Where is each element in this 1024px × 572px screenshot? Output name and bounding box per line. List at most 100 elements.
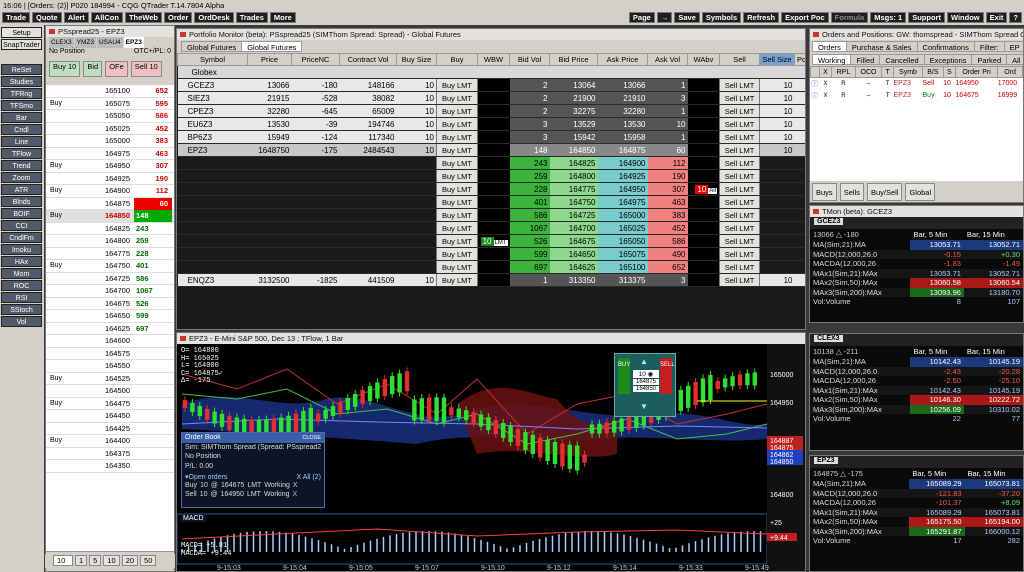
dom-sell-button[interactable]: Sell 10 [130, 61, 162, 77]
sidebar-setup-button[interactable]: Setup [1, 27, 42, 38]
portfolio-col-header[interactable]: Symbol [177, 53, 248, 66]
dom-ladder-row[interactable]: 164600 [46, 335, 174, 348]
sell-lmt-button[interactable]: Sell LMT [719, 156, 760, 170]
tmon-symbol-tab[interactable]: EPZ3 [814, 457, 838, 464]
dom-ladder-row[interactable]: 164500 [46, 385, 174, 398]
menu-order-button[interactable]: Order [163, 12, 193, 23]
orders-footer-button[interactable]: Sells [839, 183, 864, 201]
dom-ladder-row[interactable]: 165050 586 [46, 110, 174, 123]
dom-ladder-row[interactable]: 164725 586 [46, 272, 174, 285]
sell-lmt-button[interactable]: Sell LMT [719, 104, 760, 118]
menu-trades-button[interactable]: Trades [235, 12, 268, 23]
toolbar-button-10[interactable]: Exit [985, 12, 1008, 23]
portfolio-ladder-row[interactable]: Buy LMT 243 164825 164900 112 Sell LMT [177, 156, 805, 170]
orders-col-header[interactable]: Ord [997, 66, 1023, 78]
sidebar-tfsmo-button[interactable]: TFSmo [1, 100, 42, 111]
toolbar-button-9[interactable]: Window [946, 12, 984, 23]
portfolio-ladder-row[interactable]: Buy LMT 401 164750 164975 463 Sell LMT [177, 195, 805, 209]
portfolio-col-header[interactable]: Ask Vol [647, 53, 688, 66]
buy-lmt-button[interactable]: Buy LMT [436, 156, 478, 170]
dom-ladder-row[interactable]: 164975 463 [46, 147, 174, 160]
toolbar-button-4[interactable]: Refresh [743, 12, 780, 23]
dom-buy-label[interactable]: Buy [50, 98, 62, 110]
orders-footer-button[interactable]: Global [905, 183, 936, 201]
sidebar-tfrng-button[interactable]: TFRng [1, 88, 42, 99]
portfolio-col-header[interactable]: Sell [719, 53, 760, 66]
portfolio-col-header[interactable]: Sell Size [759, 53, 795, 66]
order-action-icon[interactable]: ⇔ [855, 90, 882, 102]
dom-ladder-row[interactable]: 164875 60 [46, 197, 174, 210]
portfolio-ladder-row[interactable]: Buy LMT 697 164625 165100 652 Sell LMT [177, 260, 805, 274]
dom-ladder-row[interactable]: 164450 [46, 410, 174, 423]
toolbar-button-6[interactable]: Formula [830, 12, 869, 23]
buy-lmt-button[interactable]: Buy LMT [436, 91, 478, 105]
portfolio-col-header[interactable]: Po [794, 53, 805, 66]
buy-lmt-button[interactable]: Buy LMT [436, 273, 478, 287]
dom-ladder-row[interactable]: Buy 164900 112 [46, 185, 174, 198]
dom-tab-clex3[interactable]: CLEX3 [49, 37, 74, 48]
dom-qty-50-button[interactable]: 50 [140, 555, 157, 566]
orders-col-header[interactable]: S [942, 66, 956, 78]
sell-lmt-button[interactable]: Sell LMT [719, 117, 760, 131]
dom-ladder-row[interactable]: 164650 599 [46, 310, 174, 323]
portfolio-row[interactable]: BP6Z3 15949 -124 117340 10 Buy LMT 3 15942 15958… [177, 130, 805, 144]
sidebar-roc-button[interactable]: ROC [1, 280, 42, 291]
dom-ladder-row[interactable]: Buy 164750 401 [46, 260, 174, 273]
dom-ladder-row[interactable]: 164550 [46, 360, 174, 373]
wabv-order-qty[interactable]: 10 [695, 184, 709, 194]
dom-qty-5-button[interactable]: 5 [89, 555, 102, 566]
order-action-icon[interactable]: X [819, 78, 831, 90]
sidebar-snaptrader-button[interactable]: SnapTrader [1, 39, 42, 50]
sidebar-bar-button[interactable]: Bar [1, 112, 42, 123]
tmon-symbol-tab[interactable]: GCEZ3 [814, 218, 844, 225]
portfolio-row[interactable]: SIEZ3 21915 -528 38082 10 Buy LMT 2 21900 21910 3… [177, 91, 805, 105]
portfolio-ladder-row[interactable]: Buy LMT 1067 164700 165025 452 Sell LMT [177, 221, 805, 235]
order-row[interactable]: ⓘ X R ⇔ T EPZ3 Buy 10 164675 16999 [811, 90, 1023, 102]
dom-ladder-row[interactable]: 164575 [46, 347, 174, 360]
buy-lmt-button[interactable]: Buy LMT [436, 195, 478, 209]
buy-lmt-button[interactable]: Buy LMT [436, 208, 478, 222]
toolbar-button-0[interactable]: Page [628, 12, 655, 23]
orders-col-header[interactable]: Symb [892, 66, 924, 78]
dom-qty-1-button[interactable]: 1 [75, 555, 88, 566]
portfolio-col-header[interactable]: WBW [477, 53, 510, 66]
sidebar-tflow-button[interactable]: TFlow [1, 148, 42, 159]
sell-lmt-button[interactable]: Sell LMT [719, 260, 760, 274]
orders-tab[interactable]: Purchase & Sales [845, 41, 918, 52]
dom-ofe-button[interactable]: OFe [105, 61, 128, 77]
buy-lmt-button[interactable]: Buy LMT [436, 182, 478, 196]
chart-trade-qty[interactable]: 10 ◉ [633, 370, 659, 378]
sell-lmt-button[interactable]: Sell LMT [719, 195, 760, 209]
portfolio-col-header[interactable]: Bid Vol [509, 53, 550, 66]
sell-lmt-button[interactable]: Sell LMT [719, 143, 760, 157]
open-order-row[interactable]: Buy 10 @164675 LMT Working X [185, 482, 321, 491]
dom-buy-label[interactable]: Buy [50, 160, 62, 172]
portfolio-col-header[interactable]: Bid Price [549, 53, 598, 66]
portfolio-ladder-row[interactable]: Buy LMT 599 164650 165075 490 Sell LMT [177, 247, 805, 261]
sell-lmt-button[interactable]: Sell LMT [719, 130, 760, 144]
wabv-order-all[interactable]: All [708, 187, 717, 194]
dom-ladder-row[interactable]: 164700 1067 [46, 285, 174, 298]
buy-lmt-button[interactable]: Buy LMT [436, 117, 478, 131]
dom-buy-label[interactable]: Buy [50, 210, 62, 222]
orders-col-header[interactable]: RPL [831, 66, 856, 78]
orders-filter-tab[interactable]: Cancelled [879, 54, 925, 65]
dom-buy-label[interactable]: Buy [50, 398, 62, 410]
sell-lmt-button[interactable]: Sell LMT [719, 91, 760, 105]
tmon-symbol-tab[interactable]: CLEX3 [814, 335, 843, 342]
orders-col-header[interactable]: X [818, 66, 833, 78]
order-action-icon[interactable]: ⇔ [855, 78, 882, 90]
order-action-icon[interactable]: X [819, 90, 831, 102]
info-icon[interactable]: ⓘ [811, 78, 820, 90]
orders-count[interactable]: [Orders: (2)] [28, 1, 68, 10]
sidebar-imoku-button[interactable]: Imoku [1, 244, 42, 255]
portfolio-ladder-row[interactable]: Buy LMT 10 LMT 526 164675 165050 586 Sell LMT [177, 234, 805, 248]
dom-ladder-row[interactable]: 164350 [46, 460, 174, 473]
open-order-x[interactable]: X [293, 482, 298, 491]
dom-ladder-row[interactable]: Buy 164400 [46, 435, 174, 448]
open-orders-toggle[interactable]: ▾Open orders [185, 474, 227, 483]
orders-col-header[interactable]: T [881, 66, 894, 78]
buy-lmt-button[interactable]: Buy LMT [436, 169, 478, 183]
orders-filter-tab[interactable]: All [1006, 54, 1023, 65]
orders-filter-tab[interactable]: Filled [850, 54, 881, 65]
